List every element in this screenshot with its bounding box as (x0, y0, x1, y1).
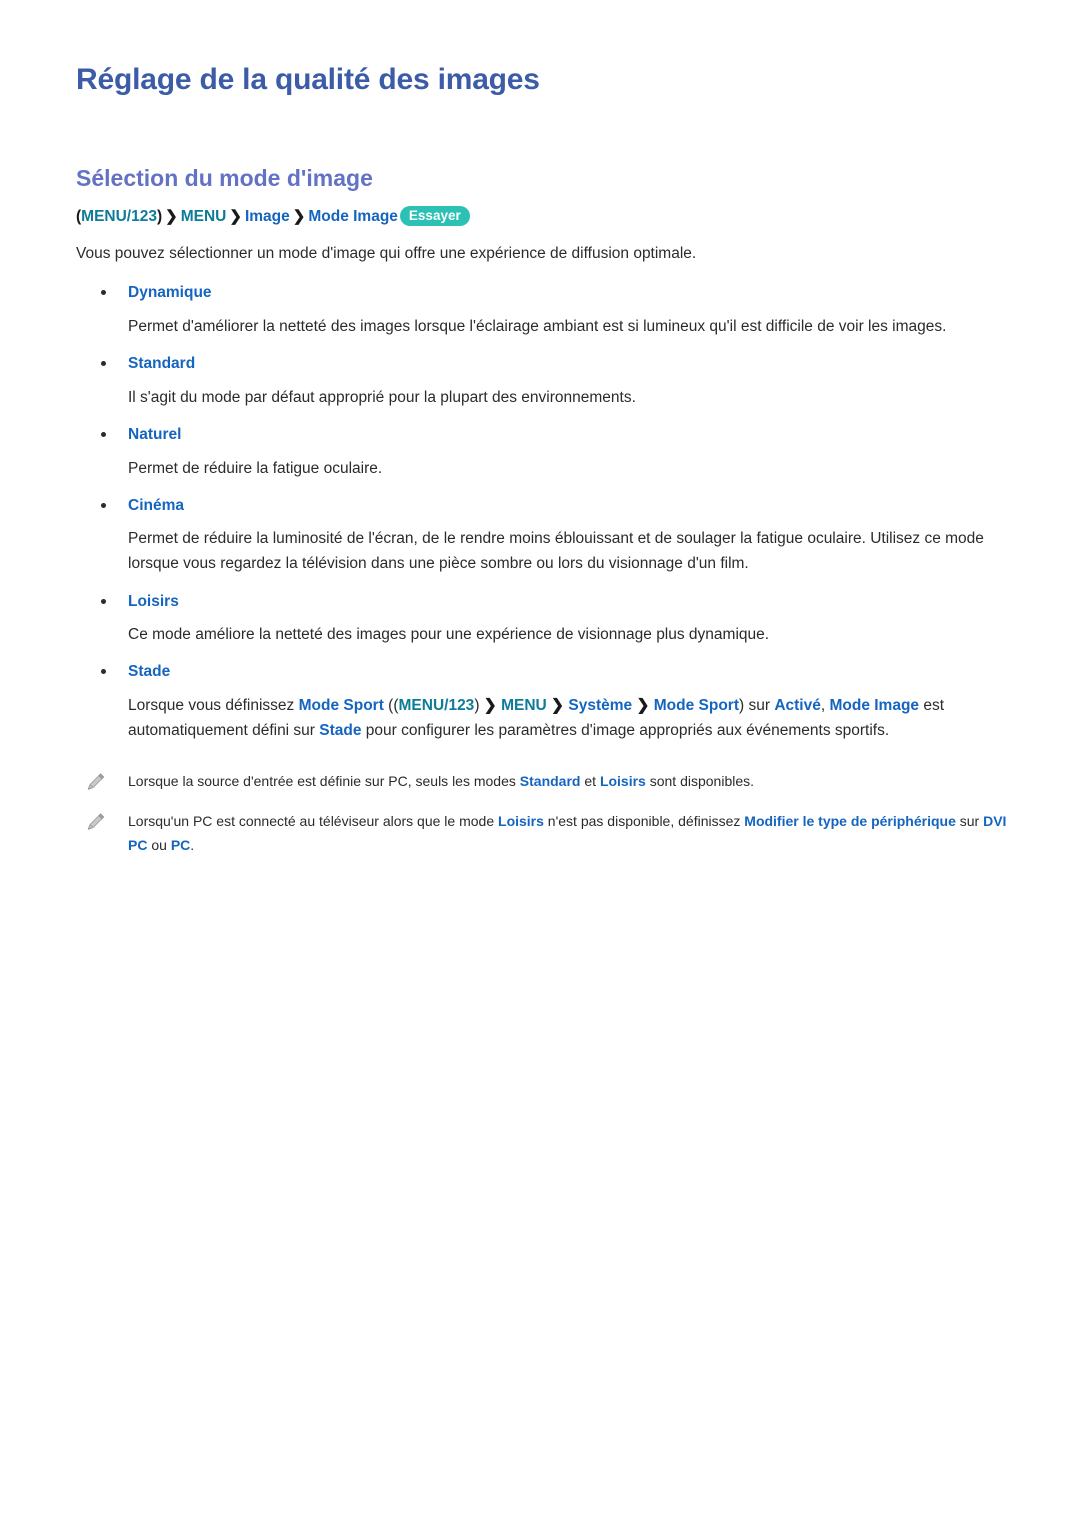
mode-term-stade: Stade (76, 661, 1010, 683)
mode-term-standard: Standard (76, 353, 1010, 375)
ref-stade: Stade (319, 722, 362, 740)
note-text-1: Lorsqu'un PC est connecté au téléviseur … (128, 813, 499, 830)
note-text-3: sur (955, 813, 984, 830)
bullet-icon (101, 431, 106, 437)
chevron-right-icon: ❯ (483, 697, 497, 715)
bullet-icon (101, 598, 106, 604)
try-it-badge[interactable]: Essayer (399, 205, 470, 227)
ref-systeme[interactable]: Système (568, 697, 632, 714)
page-title: Réglage de la qualité des images (76, 63, 540, 96)
mode-description-loisirs: Ce mode améliore la netteté des images p… (128, 626, 770, 644)
mode-description-standard: Il s'agit du mode par défaut approprié p… (128, 388, 636, 406)
mode-description-stade: Lorsque vous définissez Mode Sport ((MEN… (76, 693, 1010, 743)
ref-mode-sport[interactable]: Mode Sport (299, 697, 384, 714)
list-item: Loisirs Ce mode améliore la netteté des … (76, 591, 1010, 648)
chevron-right-icon: ❯ (551, 697, 565, 715)
stade-text-3: ) (474, 697, 484, 715)
section-title: Sélection du mode d'image (76, 165, 373, 191)
list-item: Standard Il s'agit du mode par défaut ap… (76, 353, 1010, 410)
ref-menu123[interactable]: MENU/123 (399, 697, 475, 714)
pencil-icon (84, 771, 106, 793)
stade-text-2: (( (383, 697, 399, 715)
stade-text-7: pour configurer les paramètres d'image a… (361, 722, 890, 740)
chevron-right-icon: ❯ (229, 207, 242, 225)
mode-term-naturel: Naturel (76, 424, 1010, 446)
note-text-2: n'est pas disponible, définissez (543, 813, 745, 830)
list-item: Naturel Permet de réduire la fatigue ocu… (76, 424, 1010, 481)
list-item: Stade Lorsque vous définissez Mode Sport… (76, 661, 1010, 743)
ref-menu[interactable]: MENU (501, 697, 547, 714)
stade-text-4: ) sur (739, 697, 775, 715)
ref-modifier-type-peripherique[interactable]: Modifier le type de périphérique (744, 813, 956, 829)
mode-description-dynamique: Permet d'améliorer la netteté des images… (128, 317, 947, 335)
intro-paragraph: Vous pouvez sélectionner un mode d'image… (76, 245, 697, 263)
mode-term-cinema: Cinéma (76, 495, 1010, 517)
mode-term-loisirs: Loisirs (76, 591, 1010, 613)
ref-loisirs: Loisirs (599, 773, 646, 790)
breadcrumb-item-mode-image[interactable]: Mode Image (308, 208, 398, 225)
note-text-4: ou (147, 837, 171, 854)
note-item: Lorsqu'un PC est connecté au téléviseur … (76, 809, 1010, 857)
list-item: Cinéma Permet de réduire la luminosité d… (76, 495, 1010, 577)
breadcrumb-item-menu123[interactable]: MENU/123 (81, 208, 157, 225)
mode-term-label: Naturel (128, 425, 182, 443)
note-text-1: Lorsque la source d'entrée est définie s… (128, 773, 520, 790)
breadcrumb-item-image[interactable]: Image (245, 208, 290, 225)
picture-mode-list: Dynamique Permet d'améliorer la netteté … (76, 282, 1010, 743)
document-page: Réglage de la qualité des images Sélecti… (0, 0, 1080, 1527)
notes-section: Lorsque la source d'entrée est définie s… (76, 769, 1010, 857)
chevron-right-icon: ❯ (292, 207, 306, 225)
list-item: Dynamique Permet d'améliorer la netteté … (76, 282, 1010, 339)
ref-pc: PC (170, 837, 191, 854)
note-text-5: . (190, 837, 195, 854)
breadcrumb-item-menu[interactable]: MENU (181, 208, 227, 225)
mode-description-cinema: Permet de réduire la luminosité de l'écr… (128, 530, 984, 573)
bullet-icon (101, 502, 106, 508)
ref-mode-image[interactable]: Mode Image (829, 697, 919, 714)
pencil-icon (84, 811, 106, 833)
ref-loisirs: Loisirs (498, 813, 544, 830)
chevron-right-icon: ❯ (165, 207, 178, 225)
mode-term-label: Loisirs (128, 592, 179, 610)
chevron-right-icon: ❯ (636, 697, 650, 715)
bullet-icon (101, 669, 106, 675)
ref-mode-sport-2[interactable]: Mode Sport (654, 697, 739, 714)
mode-description-naturel: Permet de réduire la fatigue oculaire. (128, 459, 383, 477)
mode-term-label: Stade (128, 663, 171, 681)
ref-standard: Standard (519, 773, 581, 790)
note-item: Lorsque la source d'entrée est définie s… (76, 769, 1010, 793)
mode-term-label: Cinéma (128, 496, 184, 514)
mode-term-label: Dynamique (128, 284, 212, 302)
bullet-icon (101, 361, 106, 367)
mode-term-label: Standard (128, 355, 196, 373)
stade-text-1: Lorsque vous définissez (128, 697, 299, 715)
breadcrumb: (MENU/123) ❯ MENU ❯ Image ❯ Mode Image Essayer (76, 205, 1010, 229)
note-text-2: et (580, 773, 600, 790)
ref-active: Activé (774, 697, 821, 715)
mode-term-dynamique: Dynamique (76, 282, 1010, 304)
note-text-3: sont disponibles. (645, 773, 755, 790)
bullet-icon (101, 290, 106, 296)
